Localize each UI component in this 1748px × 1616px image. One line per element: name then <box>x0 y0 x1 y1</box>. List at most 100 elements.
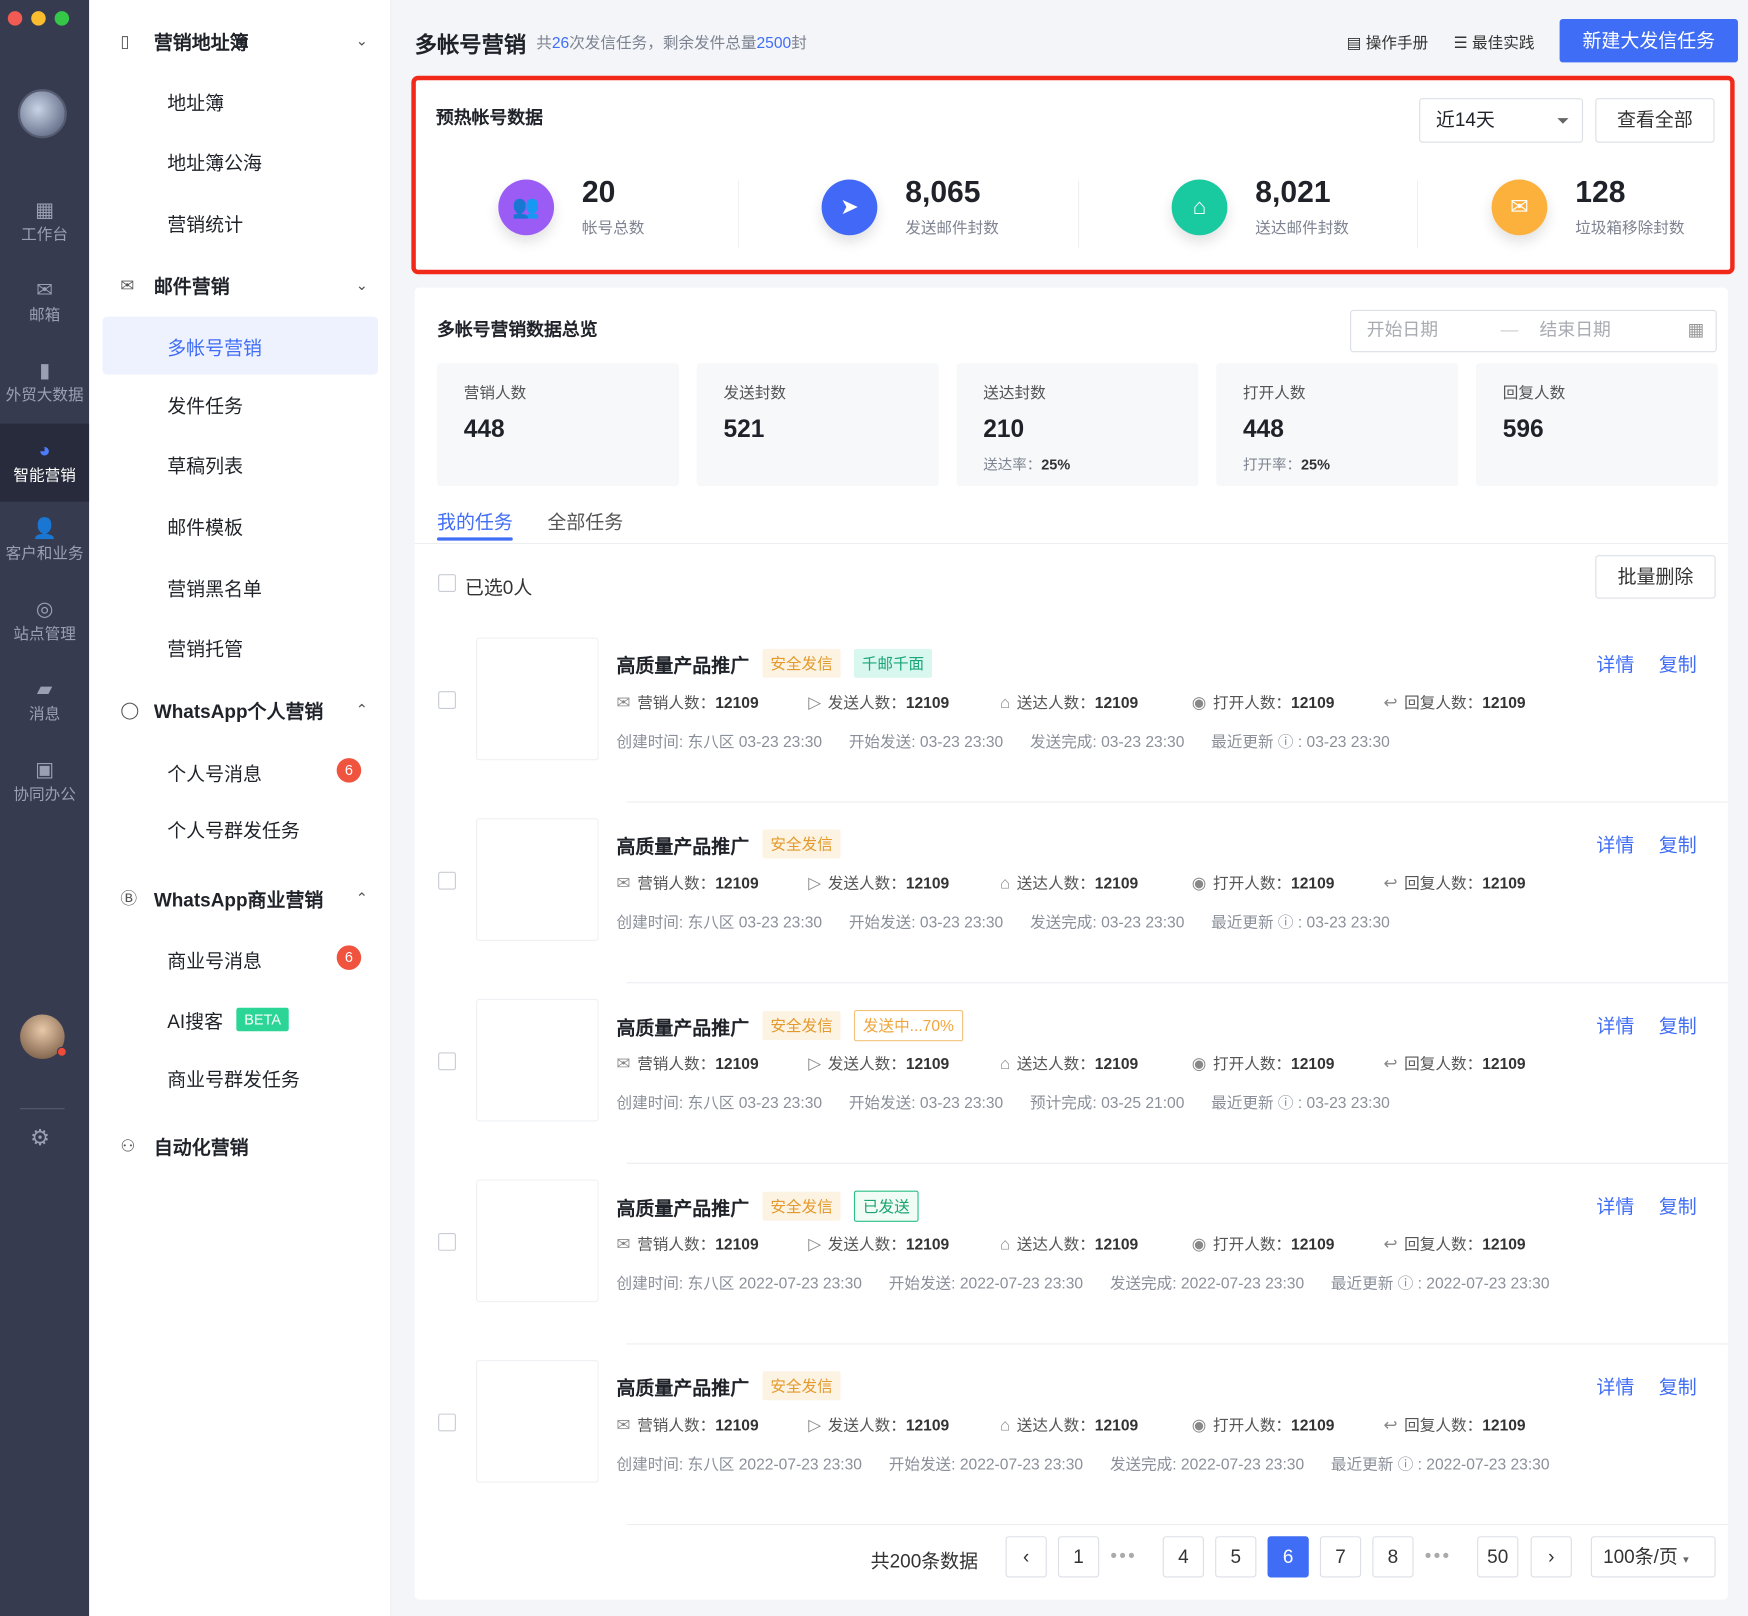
metric: ⌂ 送达人数： 12109 <box>999 1054 1139 1073</box>
inbox-icon: ⌂ <box>999 873 1011 893</box>
maximize-window-button[interactable] <box>54 11 70 26</box>
eye-icon: ◉ <box>1191 1054 1207 1074</box>
metric: ◉ 打开人数： 12109 <box>1191 874 1335 893</box>
task-name: 高质量产品推广 <box>616 1017 750 1039</box>
new-task-button[interactable]: 新建大发信任务 <box>1559 18 1738 63</box>
detail-link[interactable]: 详情 <box>1596 654 1634 675</box>
metric: ⌂ 送达人数： 12109 <box>999 1234 1139 1254</box>
detail-link[interactable]: 详情 <box>1596 1377 1634 1398</box>
grid-icon: ▦ <box>35 198 55 221</box>
sidebar-item-ai-search[interactable]: AI搜客 BETA <box>167 1006 289 1034</box>
sidebar-item-addr-0[interactable]: 地址簿 <box>167 87 224 115</box>
task-thumbnail <box>476 1179 599 1303</box>
page-button[interactable]: 5 <box>1215 1536 1257 1578</box>
page-ellipsis[interactable]: ••• <box>1110 1536 1152 1578</box>
sidebar-item-mail-3[interactable]: 邮件模板 <box>167 512 243 540</box>
date-range-picker[interactable]: 开始日期 — 结束日期 ▦ <box>1350 309 1717 353</box>
bulk-delete-button[interactable]: 批量删除 <box>1595 555 1716 599</box>
sidebar-item-personal-messages[interactable]: 个人号消息 <box>167 758 262 786</box>
sidebar-item-addr-2[interactable]: 营销统计 <box>167 208 243 236</box>
rail-item-0[interactable]: ▦ 工作台 <box>0 187 89 258</box>
next-page-button[interactable]: › <box>1530 1536 1572 1578</box>
user-avatar[interactable] <box>20 1014 67 1060</box>
sidebar-item-personal-broadcast[interactable]: 个人号群发任务 <box>167 815 300 843</box>
metric: ▷ 发送人数： 12109 <box>808 1235 950 1255</box>
sidebar-group-wa-business[interactable]: Ⓑ WhatsApp商业营销 ⌃ <box>120 884 367 912</box>
metric: ⌂ 送达人数： 12109 <box>999 1415 1139 1435</box>
divider <box>1416 180 1419 248</box>
rail-item-6[interactable]: ▰ 消息 <box>0 667 89 738</box>
sidebar-item-mail-4[interactable]: 营销黑名单 <box>167 573 262 601</box>
page-button[interactable]: 6 <box>1267 1536 1309 1578</box>
sidebar-item-mail-0[interactable]: 多帐号营销 <box>102 316 378 375</box>
rail-item-4[interactable]: 👤 客户和业务 <box>0 506 89 577</box>
best-practice-link[interactable]: ☰ 最佳实践 <box>1454 31 1535 53</box>
copy-link[interactable]: 复制 <box>1659 1377 1697 1398</box>
tab-all-tasks[interactable]: 全部任务 <box>547 506 623 534</box>
page-button[interactable]: 50 <box>1477 1536 1519 1578</box>
tab-my-tasks[interactable]: 我的任务 <box>437 506 513 541</box>
row-checkbox[interactable] <box>438 871 456 890</box>
detail-link[interactable]: 详情 <box>1596 1196 1634 1217</box>
chat-icon: ▰ <box>36 677 53 701</box>
section-title: 多帐号营销数据总览 <box>437 321 598 341</box>
sidebar-group-addressbook[interactable]: ▯ 营销地址簿 ⌄ <box>120 27 367 55</box>
eye-icon: ◉ <box>1191 874 1207 893</box>
sidebar-item-mail-2[interactable]: 草稿列表 <box>167 450 243 478</box>
page-button[interactable]: 7 <box>1319 1536 1362 1578</box>
prev-page-button[interactable]: ‹ <box>1005 1536 1047 1578</box>
copy-link[interactable]: 复制 <box>1659 1016 1697 1037</box>
sidebar-item-mail-5[interactable]: 营销托管 <box>167 633 243 661</box>
start-date-input[interactable]: 开始日期 <box>1367 311 1438 351</box>
sidebar-item-mail-1[interactable]: 发件任务 <box>167 390 243 418</box>
task-time: 预计完成: 03-25 21:00 <box>1029 1093 1185 1112</box>
page-button[interactable]: 4 <box>1162 1536 1204 1578</box>
chevron-up-icon: ⌃ <box>355 889 368 906</box>
task-name: 高质量产品推广 <box>616 835 750 857</box>
select-all-checkbox[interactable] <box>438 574 456 592</box>
kpi-card: 送达封数 210 送达率：25% <box>956 363 1199 487</box>
detail-link[interactable]: 详情 <box>1596 1016 1634 1037</box>
copy-link[interactable]: 复制 <box>1659 654 1697 675</box>
sidebar-group-wa-personal[interactable]: ◯ WhatsApp个人营销 ⌃ <box>120 696 367 724</box>
view-all-button[interactable]: 查看全部 <box>1595 98 1715 143</box>
sidebar-group-automation[interactable]: ⚇ 自动化营销 <box>120 1132 367 1160</box>
minimize-window-button[interactable] <box>31 11 46 26</box>
rail-item-3[interactable]: ◕ 智能营销 <box>0 423 90 502</box>
rail-item-1[interactable]: ✉ 邮箱 <box>0 268 89 339</box>
page-button[interactable]: 1 <box>1057 1536 1100 1578</box>
chevron-up-icon: ⌃ <box>355 700 368 718</box>
gear-icon[interactable]: ⚙ <box>30 1124 50 1152</box>
row-checkbox[interactable] <box>438 1232 456 1251</box>
avatar[interactable] <box>17 89 67 139</box>
metric: ✉ 营销人数： 12109 <box>616 1054 759 1074</box>
page-ellipsis[interactable]: ••• <box>1424 1536 1466 1578</box>
row-checkbox[interactable] <box>438 691 456 710</box>
sidebar-group-mail[interactable]: ✉ 邮件营销 ⌄ <box>120 271 367 299</box>
page-button[interactable]: 8 <box>1372 1536 1414 1578</box>
rail-item-5[interactable]: ◎ 站点管理 <box>0 586 89 657</box>
rail-item-7[interactable]: ▣ 协同办公 <box>0 747 89 818</box>
divider <box>737 180 740 248</box>
pagination: 共200条数据 ‹ 1 ••• 4 5 6 7 8 ••• 50 › 100条/页 ▾ <box>415 1536 1728 1581</box>
sidebar-item-addr-1[interactable]: 地址簿公海 <box>167 147 262 175</box>
row-checkbox[interactable] <box>438 1413 456 1432</box>
send-icon: ➤ <box>821 178 878 235</box>
page-size-select[interactable]: 100条/页 ▾ <box>1590 1536 1716 1578</box>
rail-item-2[interactable]: ▮ 外贸大数据 <box>0 348 89 419</box>
copy-link[interactable]: 复制 <box>1659 1196 1697 1217</box>
sidebar-item-business-broadcast[interactable]: 商业号群发任务 <box>167 1064 300 1092</box>
unread-badge: 6 <box>336 758 362 783</box>
end-date-input[interactable]: 结束日期 <box>1540 311 1611 351</box>
close-window-button[interactable] <box>7 11 23 26</box>
manual-link[interactable]: ▤ 操作手册 <box>1347 31 1429 53</box>
task-thumbnail <box>476 998 599 1122</box>
range-select[interactable]: 近14天 <box>1419 98 1584 143</box>
eye-icon: ◉ <box>1191 1415 1207 1435</box>
sidebar-item-business-messages[interactable]: 商业号消息 <box>167 945 262 973</box>
copy-link[interactable]: 复制 <box>1659 835 1697 856</box>
document-icon: ☰ <box>1453 33 1468 52</box>
detail-link[interactable]: 详情 <box>1596 835 1634 856</box>
row-checkbox[interactable] <box>438 1052 456 1071</box>
task-time: 最近更新 ⓘ : 03-23 23:30 <box>1211 732 1390 751</box>
